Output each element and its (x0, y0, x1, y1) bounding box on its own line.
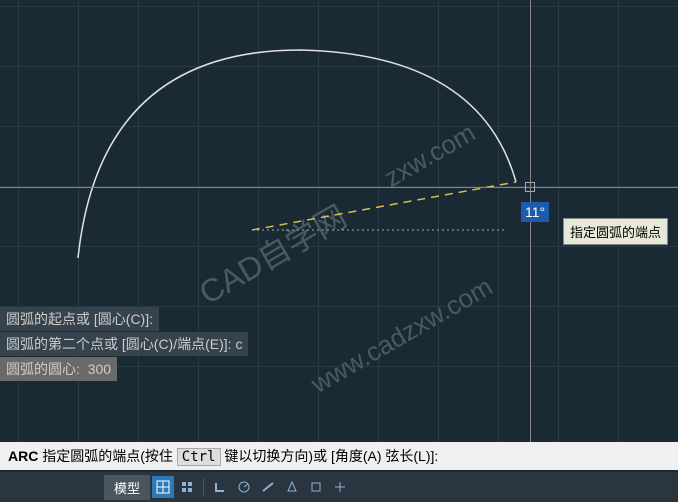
angle-value: 11 (525, 204, 540, 220)
dyn-input-icon[interactable] (329, 476, 351, 498)
active-command: ARC (8, 448, 38, 464)
angle-unit: ° (540, 204, 546, 220)
history-line: 圆弧的圆心: 300 (0, 357, 117, 381)
history-line: 圆弧的起点或 [圆心(C)]: (0, 307, 159, 331)
dynamic-prompt-tooltip: 指定圆弧的端点 (563, 218, 668, 245)
command-history: 圆弧的起点或 [圆心(C)]: 圆弧的第二个点或 [圆心(C)/端点(E)]: … (0, 307, 248, 382)
ortho-mode-icon[interactable] (209, 476, 231, 498)
command-prompt-text: 键以切换方向)或 [角度(A) 弦长(L)]: (224, 448, 438, 464)
status-bar: 模型 (0, 472, 678, 502)
cursor-pickbox (525, 182, 535, 192)
command-prompt-text: 指定圆弧的端点(按住 (42, 448, 173, 464)
isoplane-icon[interactable] (257, 476, 279, 498)
dynamic-angle-input[interactable]: 11° (521, 202, 549, 222)
crosshair-horizontal (0, 187, 678, 188)
grid-toggle-icon[interactable] (152, 476, 174, 498)
object-snap-icon[interactable] (281, 476, 303, 498)
model-tab-button[interactable]: 模型 (104, 475, 150, 500)
drawing-canvas[interactable]: CAD自学网 www.cadzxw.com zxw.com 11° 指定圆弧的端… (0, 0, 678, 442)
history-line: 圆弧的第二个点或 [圆心(C)/端点(E)]: c (0, 332, 248, 356)
osnap-tracking-icon[interactable] (305, 476, 327, 498)
snap-mode-icon[interactable] (176, 476, 198, 498)
polar-tracking-icon[interactable] (233, 476, 255, 498)
command-input-bar[interactable]: ARC 指定圆弧的端点(按住 Ctrl 键以切换方向)或 [角度(A) 弦长(L… (0, 442, 678, 470)
key-hint: Ctrl (177, 448, 221, 466)
